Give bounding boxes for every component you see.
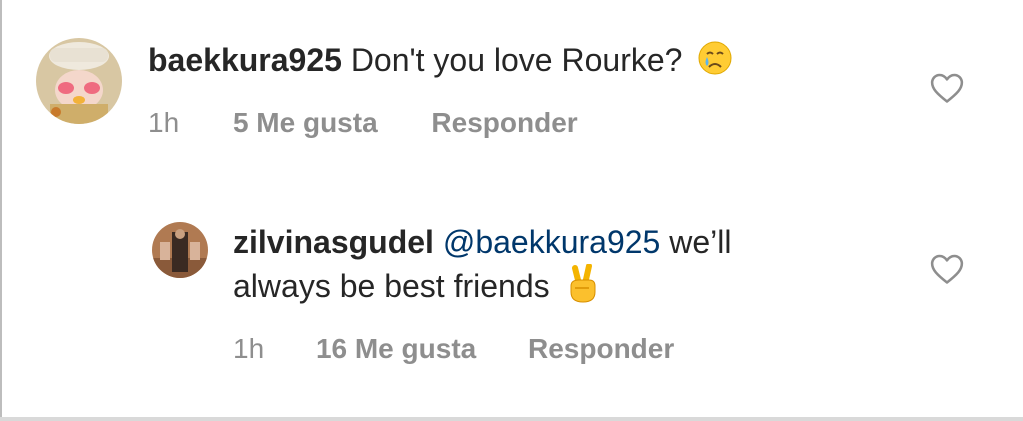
comment-2-meta: 1h 16 Me gusta Responder [233,332,674,366]
victory-hand-icon [565,263,601,313]
comment-2-text-line2: always be best friends [233,263,601,313]
comment-2-likes[interactable]: 16 Me gusta [316,332,476,366]
comment-2-body-line1: we’ll [669,224,732,260]
like-heart-icon[interactable] [930,72,966,106]
comment-1-meta: 1h 5 Me gusta Responder [148,106,578,140]
comment-2-username[interactable]: zilvinasgudel [233,224,434,260]
avatar-image [152,222,208,278]
comment-2-body-line2: always be best friends [233,267,550,304]
crying-face-icon [697,40,733,85]
comment-2-time: 1h [233,333,265,364]
comment-1-username[interactable]: baekkura925 [148,42,342,78]
like-heart-icon[interactable] [930,253,966,287]
comment-1-body: Don't you love Rourke? [350,42,683,78]
comment-1: baekkura925 Don't you love Rourke? 1h 5 … [0,0,1023,170]
avatar-image [36,38,122,124]
comment-1-time: 1h [148,107,180,138]
bottom-border [0,417,1023,421]
avatar-baekkura925[interactable] [36,38,122,124]
comment-2-mention[interactable]: @baekkura925 [443,224,661,260]
avatar-zilvinasgudel[interactable] [152,222,208,278]
comment-2-reply-button[interactable]: Responder [528,332,674,366]
comment-1-text: baekkura925 Don't you love Rourke? [148,40,733,85]
comment-2-text-line1: zilvinasgudel @baekkura925 we’ll [233,222,731,262]
comment-1-reply-button[interactable]: Responder [431,106,577,140]
comment-1-likes[interactable]: 5 Me gusta [233,106,378,140]
comment-2: zilvinasgudel @baekkura925 we’ll always … [0,190,1023,390]
